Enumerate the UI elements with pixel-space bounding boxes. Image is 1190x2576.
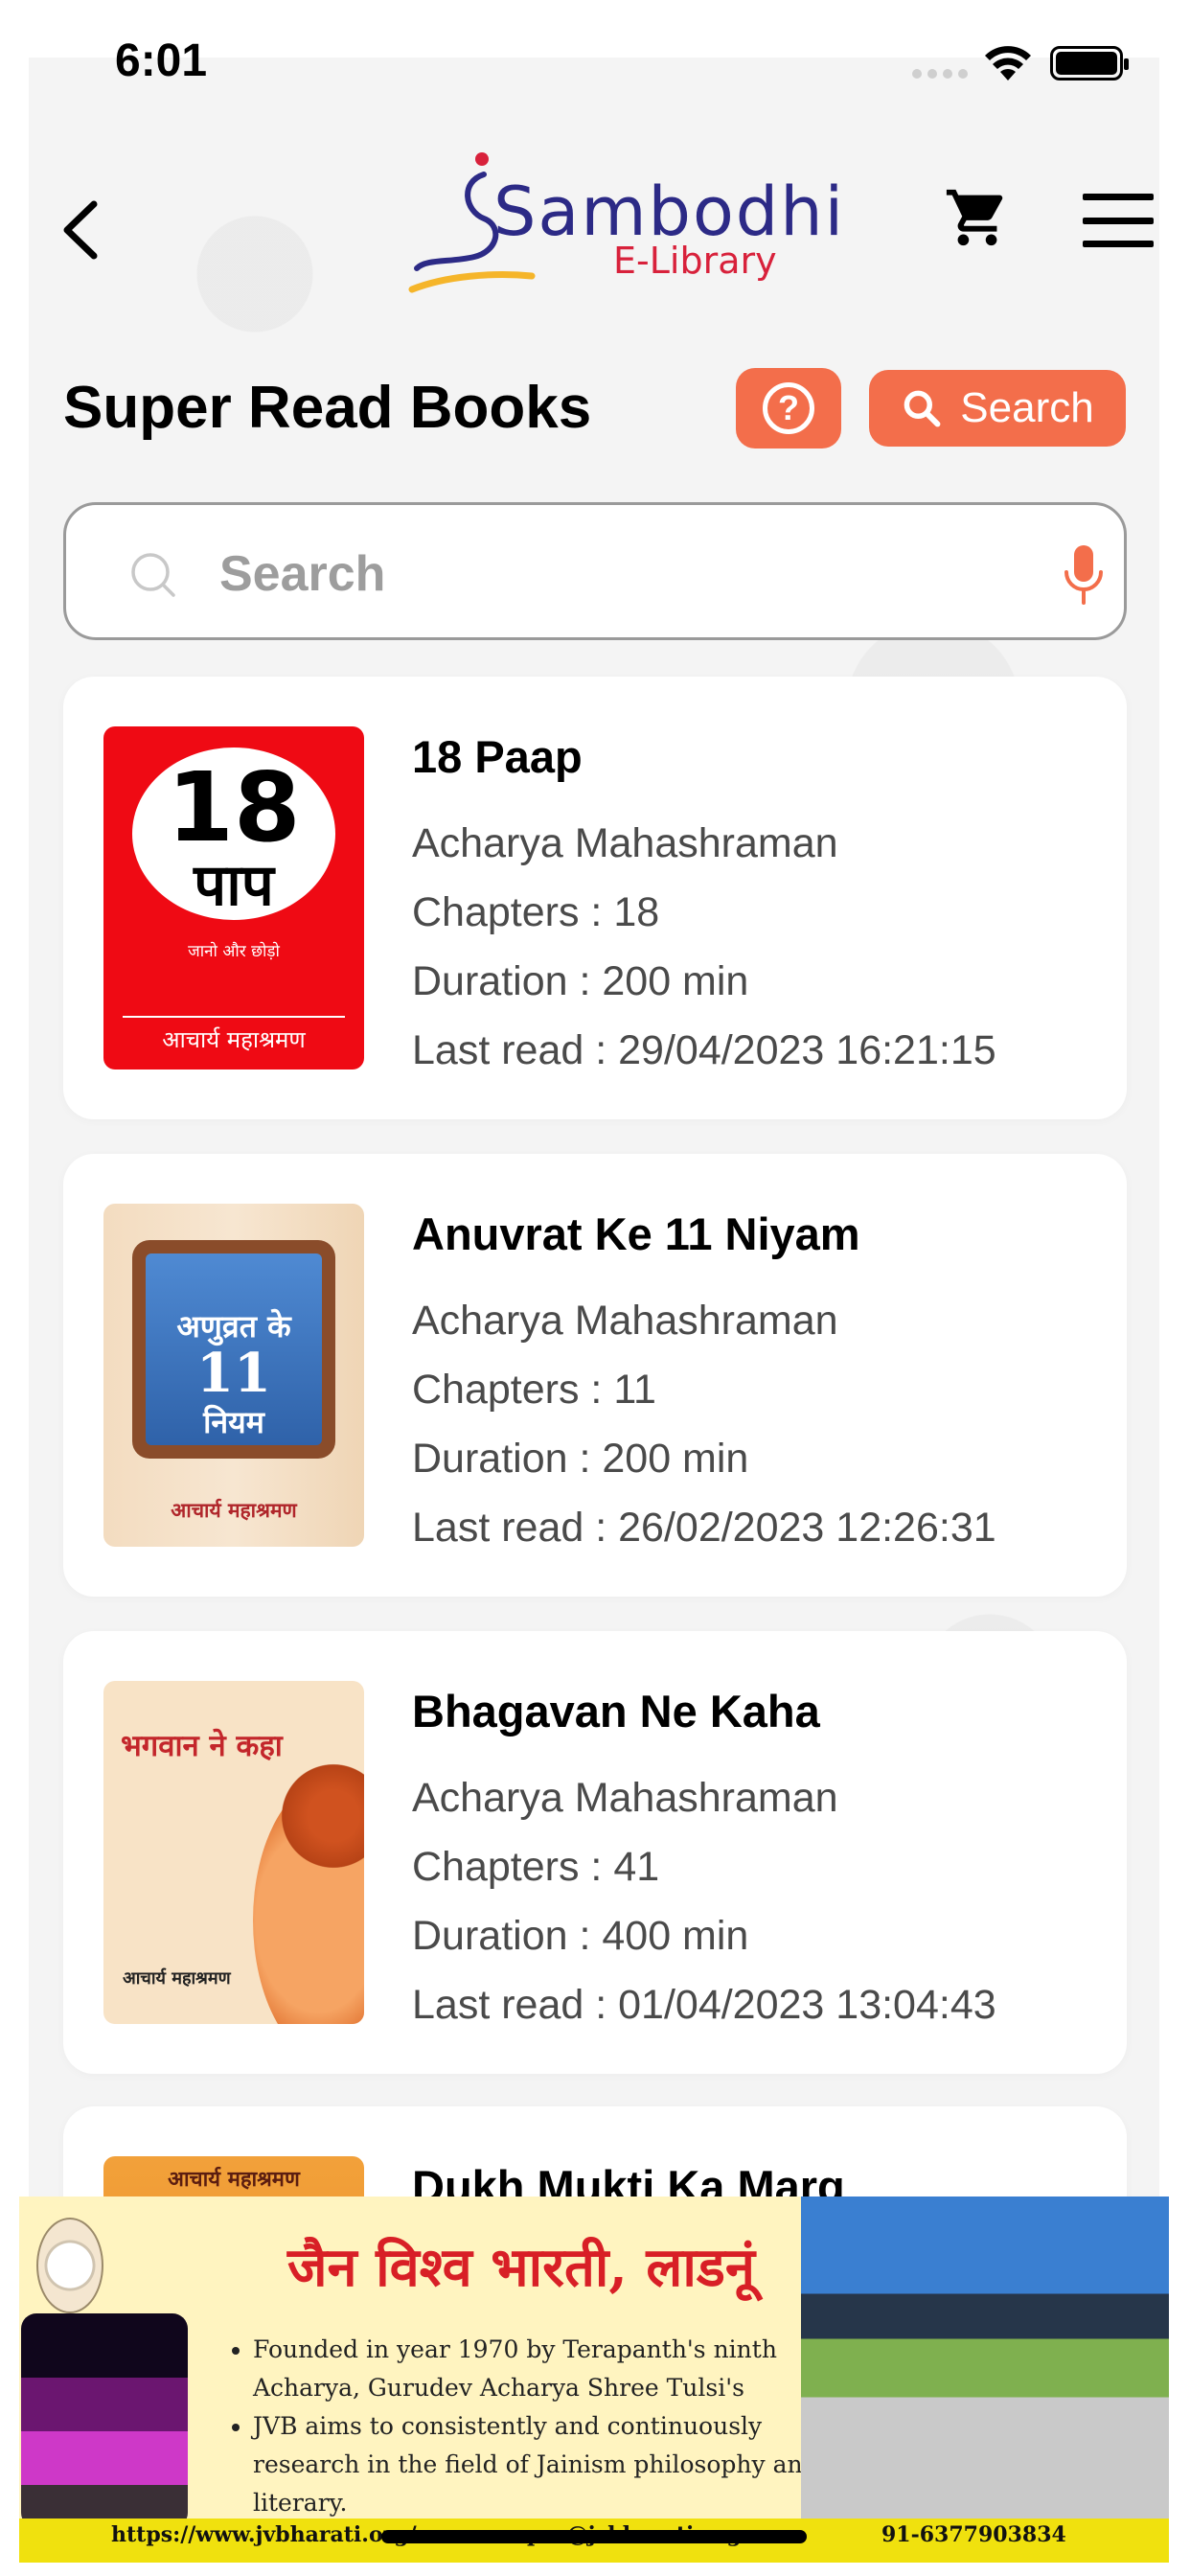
sambodhi-logo: Sambodhi E-Library: [407, 144, 843, 297]
search-button[interactable]: Search: [869, 370, 1126, 447]
wifi-icon: [985, 46, 1031, 80]
book-chapters: Chapters : 11: [412, 1367, 656, 1413]
cover-subtitle: जानो और छोड़ो: [188, 942, 280, 961]
book-author: Acharya Mahashraman: [412, 1775, 838, 1821]
banner-phone[interactable]: 91-6377903834: [881, 2522, 1066, 2547]
book-duration: Duration : 400 min: [412, 1913, 749, 1959]
ad-banner[interactable]: जैन विश्व भारती, लाडनूं Founded in year …: [19, 2196, 1169, 2563]
cart-button[interactable]: [944, 184, 1011, 251]
battery-icon: [1050, 46, 1129, 80]
book-last-read: Last read : 26/02/2023 12:26:31: [412, 1505, 996, 1551]
book-chapters: Chapters : 18: [412, 889, 660, 935]
app-header: Sambodhi E-Library: [0, 144, 1190, 307]
home-indicator[interactable]: [381, 2530, 807, 2543]
book-title: Anuvrat Ke 11 Niyam: [412, 1208, 860, 1259]
book-card[interactable]: भगवान ने कहा आचार्य महाश्रमण Bhagavan Ne…: [63, 1631, 1127, 2074]
search-icon: [904, 390, 941, 427]
banner-gate-image: [801, 2196, 1169, 2520]
book-cover-image: अणुव्रत के 11 नियम आचार्य महाश्रमण: [103, 1204, 364, 1547]
cellular-signal-icon: [912, 69, 968, 79]
cover-author: आचार्य महाश्रमण: [168, 2168, 300, 2192]
cover-author: आचार्य महाश्रमण: [171, 1499, 297, 1522]
search-icon: [131, 553, 175, 597]
book-last-read: Last read : 29/04/2023 16:21:15: [412, 1027, 996, 1073]
cover-line-1: अणुव्रत के: [176, 1308, 291, 1345]
search-input[interactable]: [219, 534, 986, 614]
book-duration: Duration : 200 min: [412, 1436, 749, 1482]
book-author: Acharya Mahashraman: [412, 1298, 838, 1344]
search-button-label: Search: [960, 384, 1094, 431]
book-card[interactable]: अणुव्रत के 11 नियम आचार्य महाश्रमण Anuvr…: [63, 1154, 1127, 1597]
cover-author: आचार्य महाश्रमण: [123, 1968, 231, 1989]
search-bar: [63, 502, 1127, 640]
question-icon: ?: [763, 382, 814, 434]
logo-subtitle: E-Library: [613, 240, 777, 282]
book-author: Acharya Mahashraman: [412, 820, 838, 866]
cart-icon: [946, 189, 1003, 246]
banner-building-image: [21, 2313, 188, 2528]
banner-bullet: Founded in year 1970 by Terapanth's nint…: [253, 2331, 824, 2407]
help-button[interactable]: ?: [736, 368, 841, 448]
cover-author: आचार्य महाश्रमण: [123, 1016, 345, 1055]
status-bar: 6:01: [0, 0, 1190, 125]
cover-line-2: 11: [196, 1342, 271, 1405]
banner-bullet: JVB aims to consistently and continuousl…: [253, 2407, 824, 2522]
cover-line-3: नियम: [203, 1404, 264, 1440]
book-last-read: Last read : 01/04/2023 13:04:43: [412, 1982, 996, 2028]
hamburger-menu-icon[interactable]: [1083, 194, 1154, 247]
book-title: 18 Paap: [412, 731, 583, 782]
chevron-left-icon: [63, 200, 98, 260]
cover-title: भगवान ने कहा: [121, 1729, 283, 1763]
microphone-icon[interactable]: [1063, 543, 1105, 607]
back-button[interactable]: [57, 192, 115, 268]
banner-bullets: Founded in year 1970 by Terapanth's nint…: [230, 2331, 824, 2522]
page-title: Super Read Books: [63, 375, 592, 441]
book-title: Bhagavan Ne Kaha: [412, 1686, 820, 1736]
book-card[interactable]: 18 पाप जानो और छोड़ो आचार्य महाश्रमण 18 …: [63, 677, 1127, 1119]
book-cover-image: 18 पाप जानो और छोड़ो आचार्य महाश्रमण: [103, 726, 364, 1070]
banner-url[interactable]: https://www.jvbharati.org/: [111, 2522, 417, 2547]
book-chapters: Chapters : 41: [412, 1844, 660, 1890]
banner-title: जैन विश्व भारती, लाडनूं: [287, 2236, 755, 2299]
jvb-seal-logo: [36, 2218, 103, 2313]
book-duration: Duration : 200 min: [412, 958, 749, 1004]
cover-word: पाप: [194, 852, 274, 919]
status-time: 6:01: [115, 35, 208, 86]
book-cover-image: भगवान ने कहा आचार्य महाश्रमण: [103, 1681, 364, 2024]
